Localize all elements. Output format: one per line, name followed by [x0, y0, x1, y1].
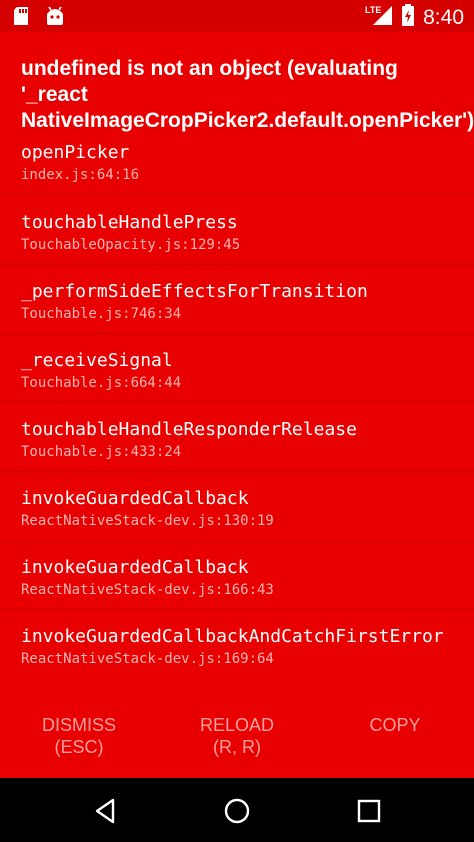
- home-icon[interactable]: [222, 796, 252, 826]
- frame-method-name: _receiveSignal: [21, 350, 173, 371]
- frame-location: ReactNativeStack-dev.js:169:64: [21, 651, 274, 667]
- frame-location: ReactNativeStack-dev.js:166:43: [21, 582, 274, 598]
- frame-method-name: openPicker: [21, 142, 130, 163]
- reload-shortcut: (R, R): [213, 737, 261, 757]
- frame-method-name: invokeGuardedCallbackAndCatchFirstError: [21, 626, 444, 647]
- frame-location: ReactNativeStack-dev.js:130:19: [21, 513, 274, 529]
- dismiss-shortcut: (ESC): [54, 737, 104, 757]
- reload-label: RELOAD: [199, 715, 275, 735]
- battery-icon: [401, 4, 415, 31]
- back-icon[interactable]: [91, 796, 121, 826]
- stack-frame[interactable]: touchableHandlePress TouchableOpacity.js…: [0, 195, 474, 264]
- frame-method-name: invokeGuardedCallback: [21, 488, 249, 509]
- copy-label: COPY: [369, 715, 421, 735]
- sd-card-icon: [12, 6, 30, 31]
- stack-trace-list: openPicker index.js:64:16 touchableHandl…: [0, 126, 474, 706]
- clock-time: 8:40: [423, 5, 464, 29]
- dismiss-label: DISMISS: [41, 715, 116, 735]
- stack-frame[interactable]: invokeGuardedCallback ReactNativeStack-d…: [0, 540, 474, 609]
- frame-location: TouchableOpacity.js:129:45: [21, 237, 241, 253]
- frame-location: Touchable.js:664:44: [21, 375, 182, 391]
- status-bar: LTE 8:40: [0, 0, 474, 32]
- frame-location: Touchable.js:433:24: [21, 444, 182, 460]
- frame-method-name: _performSideEffectsForTransition: [21, 281, 368, 302]
- stack-frame[interactable]: _receiveSignal Touchable.js:664:44: [0, 333, 474, 402]
- error-message: undefined is not an object (evaluating '…: [21, 57, 474, 132]
- copy-button[interactable]: COPY: [350, 714, 440, 736]
- network-label: LTE: [365, 5, 381, 15]
- stack-frame[interactable]: openPicker index.js:64:16: [0, 126, 474, 195]
- action-bar: DISMISS (ESC) RELOAD (R, R) COPY: [0, 704, 474, 778]
- frame-method-name: invokeGuardedCallback: [21, 557, 249, 578]
- lte-signal-icon: LTE: [365, 4, 393, 31]
- frame-method-name: touchableHandleResponderRelease: [21, 419, 357, 440]
- navigation-bar: [0, 778, 474, 842]
- redbox-error-screen: undefined is not an object (evaluating '…: [0, 32, 474, 778]
- reload-button[interactable]: RELOAD (R, R): [188, 714, 286, 758]
- frame-location: Touchable.js:746:34: [21, 306, 182, 322]
- stack-frame[interactable]: _performSideEffectsForTransition Touchab…: [0, 264, 474, 333]
- frame-method-name: touchableHandlePress: [21, 212, 238, 233]
- android-debug-icon: [44, 6, 66, 31]
- stack-frame[interactable]: invokeGuardedCallback ReactNativeStack-d…: [0, 471, 474, 540]
- frame-location: index.js:64:16: [21, 167, 140, 183]
- recents-icon[interactable]: [354, 796, 384, 826]
- dismiss-button[interactable]: DISMISS (ESC): [30, 714, 128, 758]
- stack-frame[interactable]: touchableHandleResponderRelease Touchabl…: [0, 402, 474, 471]
- stack-frame[interactable]: invokeGuardedCallbackAndCatchFirstError …: [0, 609, 474, 706]
